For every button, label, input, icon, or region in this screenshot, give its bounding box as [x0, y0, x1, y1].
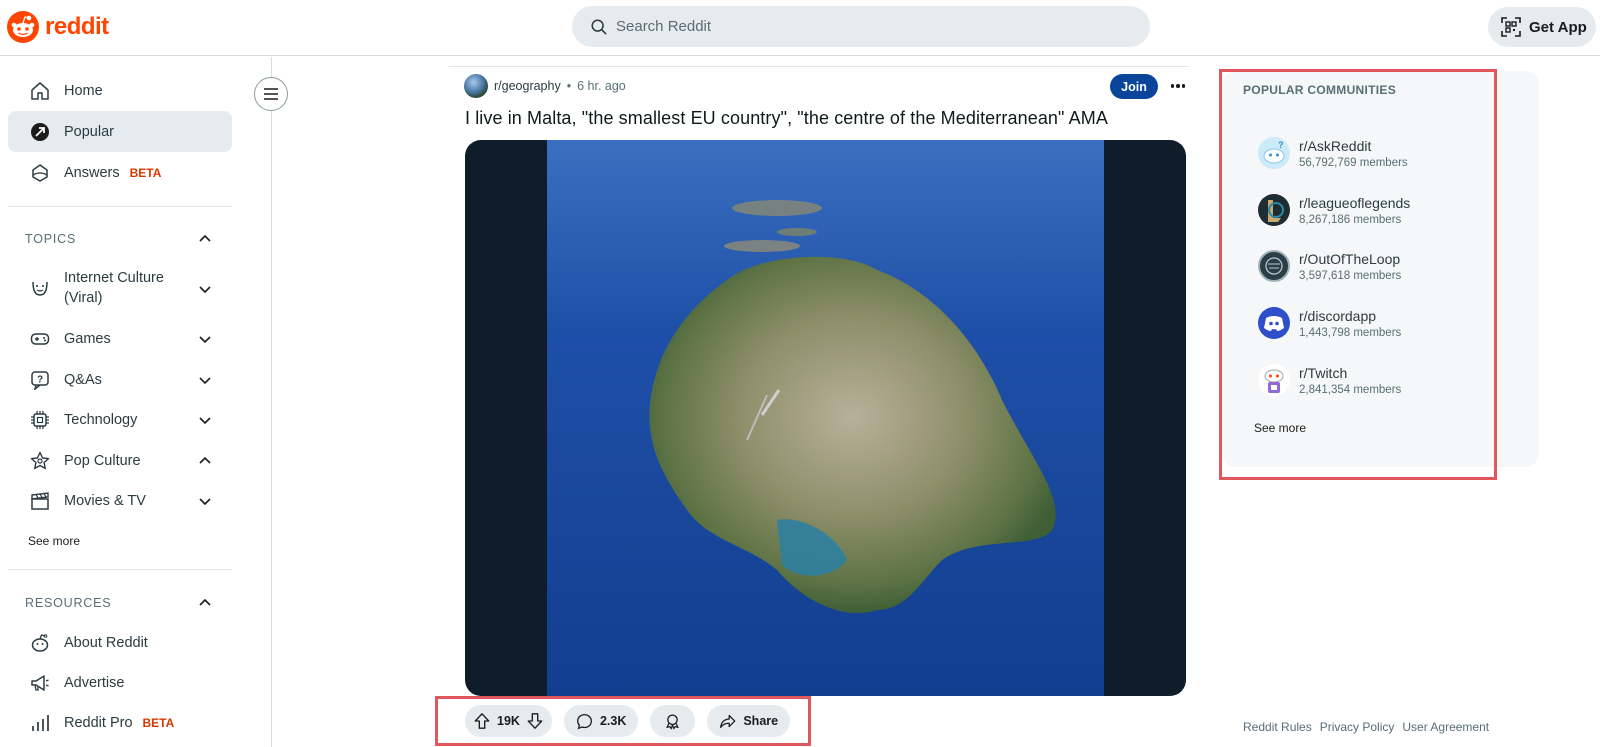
post-title[interactable]: I live in Malta, "the smallest EU countr…	[465, 108, 1108, 129]
footer-link-privacy[interactable]: Privacy Policy	[1320, 720, 1395, 734]
communities-highlight-box	[1219, 69, 1497, 480]
popular-icon	[30, 122, 50, 142]
resource-advertise[interactable]: Advertise	[8, 662, 232, 703]
resource-about-reddit-label: About Reddit	[64, 634, 148, 651]
top-header: reddit Get App	[0, 0, 1600, 56]
topics-see-more[interactable]: See more	[28, 534, 80, 548]
search-icon	[591, 18, 607, 35]
topic-technology-label: Technology	[64, 411, 138, 428]
nav-answers-label: Answers	[64, 164, 120, 181]
meta-separator: •	[566, 79, 572, 93]
post-meta: r/geography • 6 hr. ago	[464, 74, 626, 98]
post-time: 6 hr. ago	[577, 79, 626, 93]
chevron-down-icon[interactable]	[198, 282, 212, 296]
dot-icon	[1181, 84, 1186, 88]
actions-highlight-box	[435, 696, 811, 746]
get-app-button[interactable]: Get App	[1488, 7, 1596, 47]
home-icon	[30, 81, 50, 101]
question-icon: ?	[30, 370, 50, 390]
resource-reddit-pro-label: Reddit Pro	[64, 714, 133, 731]
beta-badge: BETA	[142, 715, 175, 730]
search-input[interactable]	[616, 18, 1116, 35]
nav-answers[interactable]: Answers BETA	[8, 152, 232, 193]
footer-links: Reddit Rules Privacy Policy User Agreeme…	[1243, 720, 1489, 734]
megaphone-icon	[30, 673, 50, 693]
sidebar-toggle-button[interactable]	[254, 77, 288, 111]
topic-movies-tv-label: Movies & TV	[64, 492, 146, 509]
sidebar-divider	[8, 206, 232, 207]
chevron-down-icon[interactable]	[198, 332, 212, 346]
topic-internet-culture-label: Internet Culture (Viral)	[64, 270, 164, 306]
chevron-up-icon[interactable]	[198, 595, 212, 609]
chevron-up-icon[interactable]	[198, 453, 212, 467]
logo-text: reddit	[45, 13, 109, 40]
sidebar-divider	[8, 569, 232, 570]
svg-text:?: ?	[37, 374, 43, 385]
topic-pop-culture-label: Pop Culture	[64, 452, 141, 469]
chevron-down-icon[interactable]	[198, 494, 212, 508]
topics-header-label: TOPICS	[25, 232, 77, 246]
dot-icon	[1170, 84, 1175, 88]
chevron-up-icon[interactable]	[198, 231, 212, 245]
nav-home[interactable]: Home	[8, 70, 232, 111]
nav-home-label: Home	[64, 82, 103, 99]
chip-icon	[30, 410, 50, 430]
resource-advertise-label: Advertise	[64, 674, 125, 691]
hamburger-menu-icon	[264, 88, 278, 100]
search-bar[interactable]	[572, 6, 1150, 47]
footer-link-agreement[interactable]: User Agreement	[1402, 720, 1489, 734]
beta-badge: BETA	[129, 165, 162, 180]
more-options-button[interactable]	[1168, 76, 1188, 96]
subreddit-link[interactable]: r/geography	[494, 79, 561, 93]
gamepad-icon	[30, 329, 50, 349]
qr-code-icon	[1501, 17, 1521, 37]
post-divider	[449, 66, 1189, 67]
resource-about-reddit[interactable]: About Reddit	[8, 622, 232, 663]
chevron-down-icon[interactable]	[198, 373, 212, 387]
reddit-logo-icon	[7, 11, 39, 43]
malta-aerial-photo	[547, 140, 1104, 696]
topic-qas-label: Q&As	[64, 371, 102, 388]
smile-icon	[30, 278, 50, 298]
resource-reddit-pro[interactable]: Reddit Pro BETA	[8, 702, 232, 743]
post-image[interactable]	[465, 140, 1186, 696]
left-sidebar: Home Popular Answers BETA TOPICS Interne…	[0, 57, 272, 747]
resources-header-label: RESOURCES	[25, 596, 112, 610]
clapper-icon	[30, 491, 50, 511]
chevron-down-icon[interactable]	[198, 413, 212, 427]
subreddit-avatar[interactable]	[464, 74, 488, 98]
topic-games-label: Games	[64, 330, 111, 347]
reddit-icon	[30, 633, 50, 653]
dot-icon	[1176, 84, 1180, 88]
reddit-logo[interactable]: reddit	[6, 10, 109, 44]
answers-icon	[30, 163, 50, 183]
bar-chart-icon	[30, 713, 50, 733]
join-button[interactable]: Join	[1110, 74, 1158, 99]
nav-popular-label: Popular	[64, 123, 114, 140]
resources-header[interactable]: RESOURCES	[25, 596, 215, 610]
get-app-label: Get App	[1529, 18, 1587, 36]
footer-link-rules[interactable]: Reddit Rules	[1243, 720, 1312, 734]
topics-header[interactable]: TOPICS	[25, 232, 215, 246]
nav-popular[interactable]: Popular	[8, 111, 232, 152]
star-icon	[30, 451, 50, 471]
